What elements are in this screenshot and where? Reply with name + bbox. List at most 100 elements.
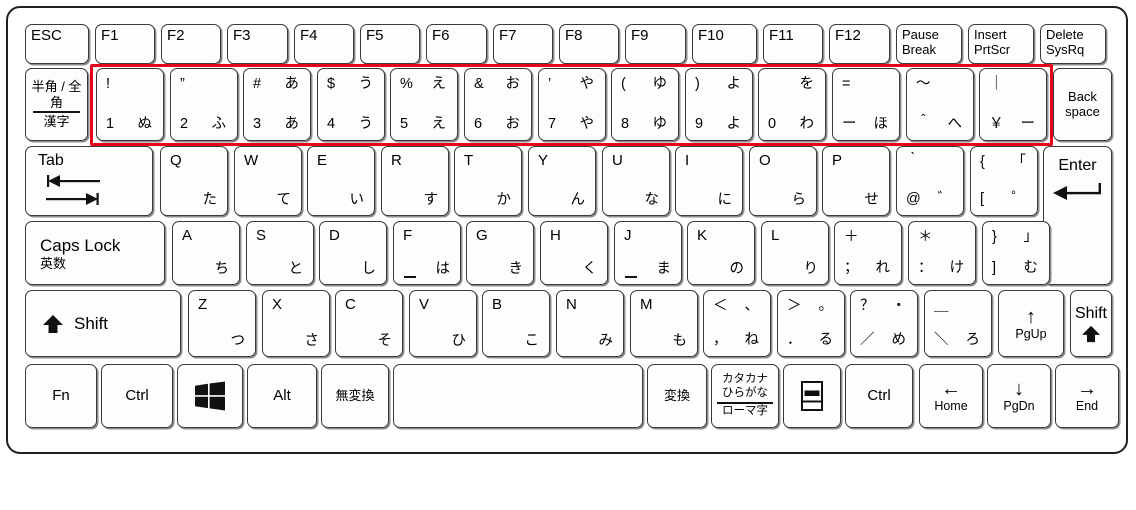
alt[interactable]: Alt <box>247 364 317 428</box>
key-bracket-left[interactable]: {「 [゜ <box>970 146 1038 216</box>
f2[interactable]: F2 <box>161 24 221 64</box>
f1[interactable]: F1 <box>95 24 155 64</box>
key-y[interactable]: Yん <box>528 146 596 216</box>
key-m[interactable]: Mも <box>630 290 698 357</box>
f3[interactable]: F3 <box>227 24 288 64</box>
katakana-hiragana-romaji-label-2: ひらがな <box>722 386 768 399</box>
f8[interactable]: F8 <box>559 24 619 64</box>
key-f[interactable]: Fは <box>393 221 461 285</box>
key-period[interactable]: ＞ 。 ． る <box>777 290 845 357</box>
f11[interactable]: F11 <box>763 24 823 64</box>
key-colon[interactable]: ＊ ： け <box>908 221 976 285</box>
key-yen[interactable]: ｜ ￥ ー <box>979 68 1047 141</box>
key-0-legend-base: 0 <box>768 115 777 132</box>
arrow-up-pgup-caption: ↑ PgUp <box>999 291 1063 356</box>
key-3[interactable]: # あ 3 あ <box>243 68 311 141</box>
key-u[interactable]: Uな <box>602 146 670 216</box>
key-o[interactable]: Oら <box>749 146 817 216</box>
key-bracket-right[interactable]: } 」] む <box>982 221 1050 285</box>
key-5[interactable]: % え 5 え <box>390 68 458 141</box>
key-2[interactable]: ” 2 ふ <box>170 68 238 141</box>
key-0[interactable]: を 0 わ <box>758 68 826 141</box>
key-4[interactable]: $ う 4 う <box>317 68 385 141</box>
key-i[interactable]: Iに <box>675 146 743 216</box>
key-k[interactable]: Kの <box>687 221 755 285</box>
key-w[interactable]: Wて <box>234 146 302 216</box>
key-8[interactable]: (ゆ 8 ゆ <box>611 68 679 141</box>
tab[interactable]: Tab <box>25 146 153 216</box>
katakana-hiragana-romaji[interactable]: カタカナ ひらがな ローマ字 <box>711 364 779 428</box>
key-backslash[interactable]: ＿ ＼ ろ <box>924 290 992 357</box>
key-comma[interactable]: ＜ 、 ， ね <box>703 290 771 357</box>
f7[interactable]: F7 <box>493 24 553 64</box>
key-caret[interactable]: ～ ＾ へ <box>906 68 974 141</box>
f9[interactable]: F9 <box>625 24 686 64</box>
ctrl-left[interactable]: Ctrl <box>101 364 173 428</box>
key-d[interactable]: Dし <box>319 221 387 285</box>
key-g[interactable]: Gき <box>466 221 534 285</box>
ctrl-right[interactable]: Ctrl <box>845 364 913 428</box>
key-x[interactable]: Xさ <box>262 290 330 357</box>
key-1[interactable]: ! 1 ぬ <box>96 68 164 141</box>
key-q[interactable]: Qた <box>160 146 228 216</box>
key-s[interactable]: Sと <box>246 221 314 285</box>
caps-lock-caption: Caps Lock 英数 <box>40 222 158 284</box>
key-semicolon[interactable]: ＋ ； れ <box>834 221 902 285</box>
key-z[interactable]: Zつ <box>188 290 256 357</box>
key-6[interactable]: & お 6 お <box>464 68 532 141</box>
f5[interactable]: F5 <box>360 24 420 64</box>
key-r[interactable]: Rす <box>381 146 449 216</box>
key-v[interactable]: Vひ <box>409 290 477 357</box>
key-minus[interactable]: = ーほ <box>832 68 900 141</box>
key-slash[interactable]: ？ ・ ／ め <box>850 290 918 357</box>
key-l[interactable]: Lり <box>761 221 829 285</box>
menu-key[interactable] <box>783 364 841 428</box>
key-o-kana: ら <box>791 191 807 208</box>
enter[interactable]: Enter <box>1043 146 1112 285</box>
key-y-letter: Y <box>538 152 549 169</box>
f5-label: F5 <box>366 27 384 44</box>
delete-sysrq[interactable]: Delete SysRq <box>1040 24 1106 64</box>
key-b[interactable]: Bこ <box>482 290 550 357</box>
space[interactable] <box>393 364 643 428</box>
key-e[interactable]: Eい <box>307 146 375 216</box>
key-7[interactable]: ’ や 7 や <box>538 68 606 141</box>
f12[interactable]: F12 <box>829 24 890 64</box>
shift-left[interactable]: Shift <box>25 290 181 357</box>
f6[interactable]: F6 <box>426 24 487 64</box>
key-8-legend-kana: ゆ <box>652 115 668 132</box>
backspace[interactable]: Back space <box>1053 68 1112 141</box>
key-9[interactable]: ) よ 9 よ <box>685 68 753 141</box>
key-c-letter: C <box>345 296 356 313</box>
key-6-legend-shift: & <box>474 76 484 92</box>
key-t[interactable]: Tか <box>454 146 522 216</box>
windows-key[interactable] <box>177 364 243 428</box>
fn[interactable]: Fn <box>25 364 97 428</box>
key-g-letter: G <box>476 227 488 244</box>
esc[interactable]: ESC <box>25 24 89 64</box>
key-h[interactable]: Hく <box>540 221 608 285</box>
key-p[interactable]: Pせ <box>822 146 890 216</box>
caps-lock[interactable]: Caps Lock 英数 <box>25 221 165 285</box>
key-period-legend-kana: る <box>818 331 834 348</box>
arrow-up-pgup[interactable]: ↑ PgUp <box>998 290 1064 357</box>
shift-right[interactable]: Shift <box>1070 290 1112 357</box>
key-n[interactable]: Nみ <box>556 290 624 357</box>
insert-prtscr[interactable]: Insert PrtScr <box>968 24 1034 64</box>
arrow-right-end[interactable]: → End <box>1055 364 1119 428</box>
f10[interactable]: F10 <box>692 24 757 64</box>
pause-break[interactable]: Pause Break <box>896 24 962 64</box>
key-x-letter: X <box>272 296 283 313</box>
hankaku-zenkaku-kanji[interactable]: 半角 / 全角 漢字 <box>25 68 88 141</box>
key-c[interactable]: Cそ <box>335 290 403 357</box>
henkan[interactable]: 変換 <box>647 364 707 428</box>
key-j[interactable]: Jま <box>614 221 682 285</box>
muhenkan[interactable]: 無変換 <box>321 364 389 428</box>
pause-break-label: Pause Break <box>902 27 939 57</box>
key-a[interactable]: Aち <box>172 221 240 285</box>
key-at[interactable]: ｀ @ ゛ <box>896 146 964 216</box>
arrow-down-pgdn[interactable]: ↓ PgDn <box>987 364 1051 428</box>
key-u-kana: な <box>644 191 660 208</box>
f4[interactable]: F4 <box>294 24 354 64</box>
arrow-left-home[interactable]: ← Home <box>919 364 983 428</box>
